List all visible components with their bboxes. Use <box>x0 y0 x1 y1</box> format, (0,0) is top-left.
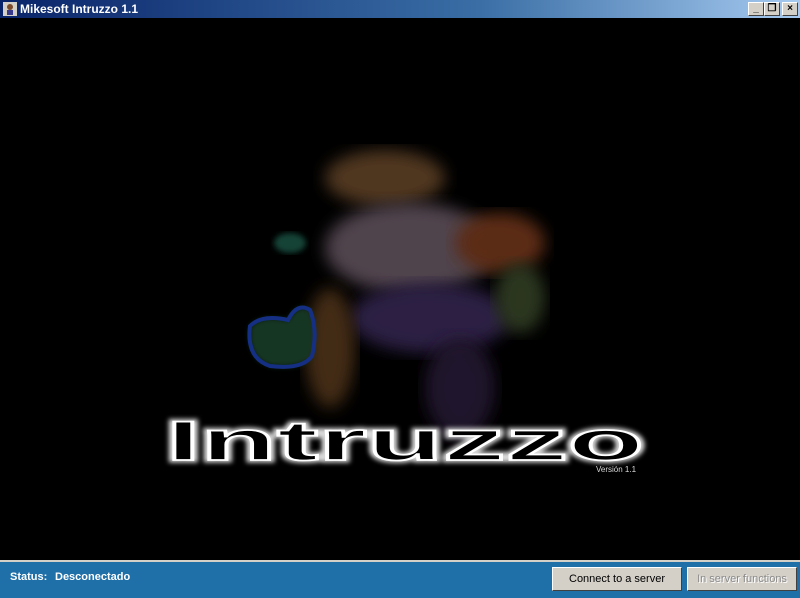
version-label: Versión 1.1 <box>596 465 637 474</box>
window-title: Mikesoft Intruzzo 1.1 <box>20 2 139 16</box>
window-titlebar[interactable]: Mikesoft Intruzzo 1.1 _ ❐ × <box>0 0 800 18</box>
status-value: Desconectado <box>55 571 131 583</box>
svg-text:Intruzzo: Intruzzo <box>166 409 644 472</box>
server-functions-button[interactable]: In server functions <box>687 567 797 591</box>
close-button[interactable]: × <box>782 2 798 16</box>
intruzzo-logo: Intruzzo Intruzzo <box>164 407 647 475</box>
connect-to-server-button[interactable]: Connect to a server <box>552 567 682 591</box>
burglar-figure-image <box>247 150 545 438</box>
main-client-area: Intruzzo Intruzzo Versión 1.1 <box>0 18 800 560</box>
maximize-button[interactable]: ❐ <box>764 2 780 16</box>
status-label: Status: <box>10 571 48 583</box>
minimize-button[interactable]: _ <box>748 2 764 16</box>
splash-artwork: Intruzzo Intruzzo <box>164 150 647 475</box>
app-icon <box>3 2 17 16</box>
status-bar: Status: Desconectado Connect to a server… <box>0 560 800 598</box>
